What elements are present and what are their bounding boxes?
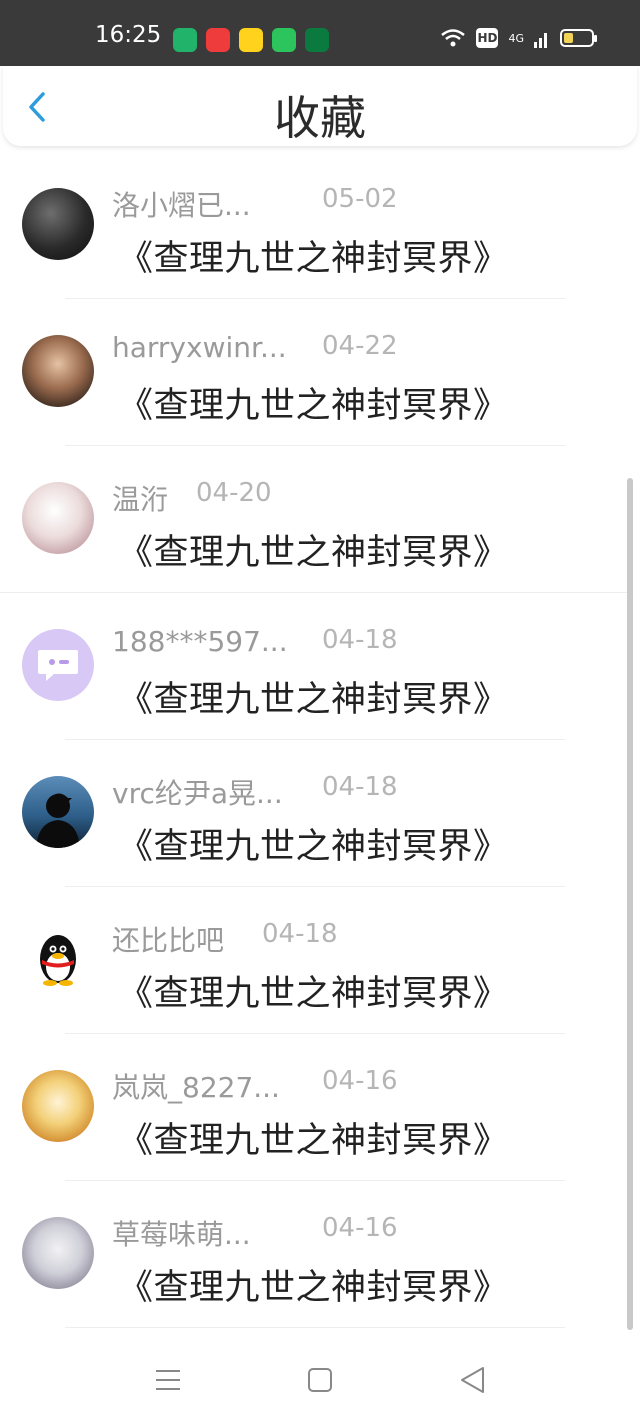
avatar[interactable] — [22, 776, 94, 848]
book-title[interactable]: 《查理九世之神封冥界》 — [118, 671, 509, 722]
book-title[interactable]: 《查理九世之神封冥界》 — [118, 377, 509, 428]
status-bar: 16:25 HD 4G — [0, 0, 640, 66]
chat-app-icon — [239, 28, 263, 52]
date: 04-22 — [322, 331, 398, 361]
book-title[interactable]: 《查理九世之神封冥界》 — [118, 524, 509, 575]
menu-icon — [156, 1370, 180, 1390]
qq-penguin-icon — [40, 935, 76, 986]
triangle-back-icon — [461, 1367, 484, 1393]
book-title[interactable]: 《查理九世之神封冥界》 — [118, 1112, 509, 1163]
navigation-bar — [0, 1340, 640, 1422]
list-item[interactable]: vrc纶尹a晃... 04-18 《查理九世之神封冥界》 — [0, 740, 640, 887]
video-app-icon — [173, 28, 197, 52]
avatar[interactable] — [22, 629, 94, 701]
username[interactable]: vrc纶尹a晃... — [112, 772, 283, 812]
home-button[interactable] — [300, 1360, 340, 1400]
list-item[interactable]: 温洐 04-20 《查理九世之神封冥界》 — [0, 446, 640, 593]
book-title[interactable]: 《查理九世之神封冥界》 — [118, 965, 509, 1016]
date: 04-16 — [322, 1066, 398, 1096]
date: 04-20 — [196, 478, 272, 508]
avatar[interactable] — [22, 482, 94, 554]
book-title[interactable]: 《查理九世之神封冥界》 — [118, 230, 509, 281]
silhouette-image — [36, 793, 80, 848]
menu-button[interactable] — [148, 1360, 188, 1400]
avatar[interactable] — [22, 1070, 94, 1142]
status-time: 16:25 — [95, 22, 162, 48]
username[interactable]: 还比比吧 — [112, 919, 224, 959]
battery-level — [564, 33, 573, 43]
username[interactable]: 188***597... — [112, 625, 288, 658]
network-type: 4G — [508, 31, 524, 45]
play-app-icon — [206, 28, 230, 52]
book-title[interactable]: 《查理九世之神封冥界》 — [118, 818, 509, 869]
avatar[interactable] — [22, 923, 94, 995]
username[interactable]: 草莓味萌... — [112, 1213, 251, 1253]
avatar[interactable] — [22, 1217, 94, 1289]
oppo-app-icon — [305, 28, 329, 52]
wifi-icon — [441, 29, 466, 47]
page-header: 收藏 — [3, 66, 637, 146]
date: 04-18 — [322, 625, 398, 655]
list-item[interactable]: 还比比吧 04-18 《查理九世之神封冥界》 — [0, 887, 640, 1034]
username[interactable]: 温洐 — [112, 478, 168, 518]
favorites-list: 洛小熠已... 05-02 《查理九世之神封冥界》 harryxwinr... … — [0, 152, 640, 1328]
chat-bubble-icon — [38, 650, 78, 681]
username[interactable]: 洛小熠已... — [112, 184, 251, 224]
list-item[interactable]: 188***597... 04-18 《查理九世之神封冥界》 — [0, 593, 640, 740]
date: 04-18 — [262, 919, 338, 949]
avatar[interactable] — [22, 188, 94, 260]
square-icon — [308, 1368, 332, 1392]
signal-icon — [534, 33, 547, 48]
username[interactable]: harryxwinr... — [112, 331, 287, 364]
page-title: 收藏 — [274, 91, 366, 145]
list-item[interactable]: 洛小熠已... 05-02 《查理九世之神封冥界》 — [0, 152, 640, 299]
battery-icon — [560, 29, 597, 47]
notification-icons — [173, 28, 329, 52]
store-app-icon — [272, 28, 296, 52]
list-item[interactable]: harryxwinr... 04-22 《查理九世之神封冥界》 — [0, 299, 640, 446]
divider — [65, 1327, 565, 1328]
back-nav-button[interactable] — [453, 1360, 493, 1400]
system-icons: HD 4G — [440, 28, 597, 48]
username[interactable]: 岚岚_8227... — [112, 1066, 280, 1106]
date: 04-16 — [322, 1213, 398, 1243]
list-item[interactable]: 岚岚_8227... 04-16 《查理九世之神封冥界》 — [0, 1034, 640, 1181]
hd-badge: HD — [476, 28, 499, 48]
date: 04-18 — [322, 772, 398, 802]
avatar[interactable] — [22, 335, 94, 407]
scrollbar[interactable] — [627, 478, 633, 1330]
date: 05-02 — [322, 184, 398, 214]
list-item[interactable]: 草莓味萌... 04-16 《查理九世之神封冥界》 — [0, 1181, 640, 1328]
book-title[interactable]: 《查理九世之神封冥界》 — [118, 1259, 509, 1310]
